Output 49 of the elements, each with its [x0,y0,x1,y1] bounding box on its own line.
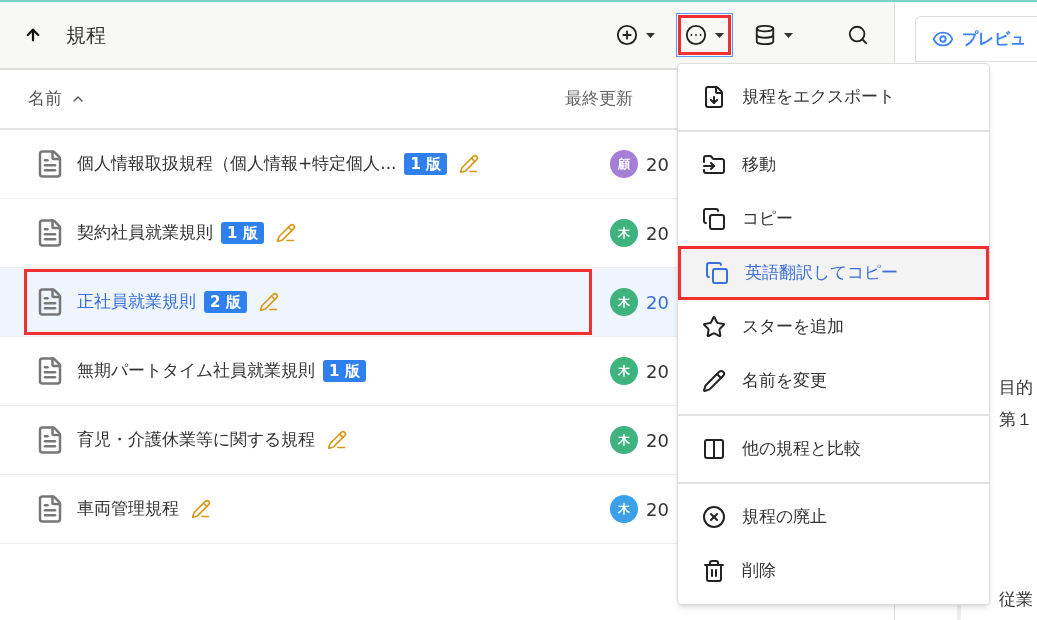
date-text: 20 [646,497,669,522]
abolish-icon [702,505,726,529]
copy-icon [702,207,726,231]
database-icon [754,24,776,46]
document-text: 従業 [999,588,1033,611]
document-name: 個人情報取扱規程（個人情報+特定個人... [77,152,397,176]
user-avatar: 木 [610,219,638,247]
preview-tab[interactable]: プレビュ [915,16,1037,62]
version-badge: 1 版 [404,152,448,176]
move-icon [702,153,726,177]
date-text: 20 [646,221,669,246]
date-text: 20 [646,359,669,384]
star-icon [702,315,726,339]
delete-icon [702,559,726,583]
caret-icon [646,32,655,38]
document-text: 第１ [999,408,1033,431]
caret-icon [715,32,724,38]
user-avatar: 木 [610,357,638,385]
add-icon [616,24,638,46]
document-text: 目的 [999,376,1033,399]
version-badge: 2 版 [204,290,247,314]
copy-icon [705,261,729,285]
more-button[interactable] [676,13,733,57]
caret-icon [784,32,793,38]
version-badge: 1 版 [221,221,264,245]
menu-item[interactable]: 削除 [678,544,989,598]
menu-item[interactable]: 規程をエクスポート [678,70,989,124]
version-badge: 1 版 [323,359,366,383]
date-text: 20 [646,428,669,453]
rename-icon [702,369,726,393]
export-icon [702,85,726,109]
name-column-header[interactable]: 名前 [28,86,86,112]
more-icon [685,24,707,46]
document-name: 育児・介護休業等に関する規程 [77,428,315,452]
search-icon [847,24,869,46]
column-header: 最終更新 [565,87,633,111]
date-text: 20 [646,290,669,315]
document-name: 契約社員就業規則 [77,221,213,245]
document-name: 正社員就業規則 [77,290,196,314]
folder-title: 規程 [66,22,106,49]
user-avatar: 木 [610,495,638,523]
menu-item[interactable]: 英語翻訳してコピー [678,246,989,300]
user-avatar: 顧 [610,150,638,178]
document-name: 車両管理規程 [77,497,179,521]
date-text: 20 [646,152,669,177]
user-avatar: 木 [610,426,638,454]
compare-icon [702,437,726,461]
user-avatar: 木 [610,288,638,316]
document-name: 無期パートタイム社員就業規則 [77,359,315,383]
